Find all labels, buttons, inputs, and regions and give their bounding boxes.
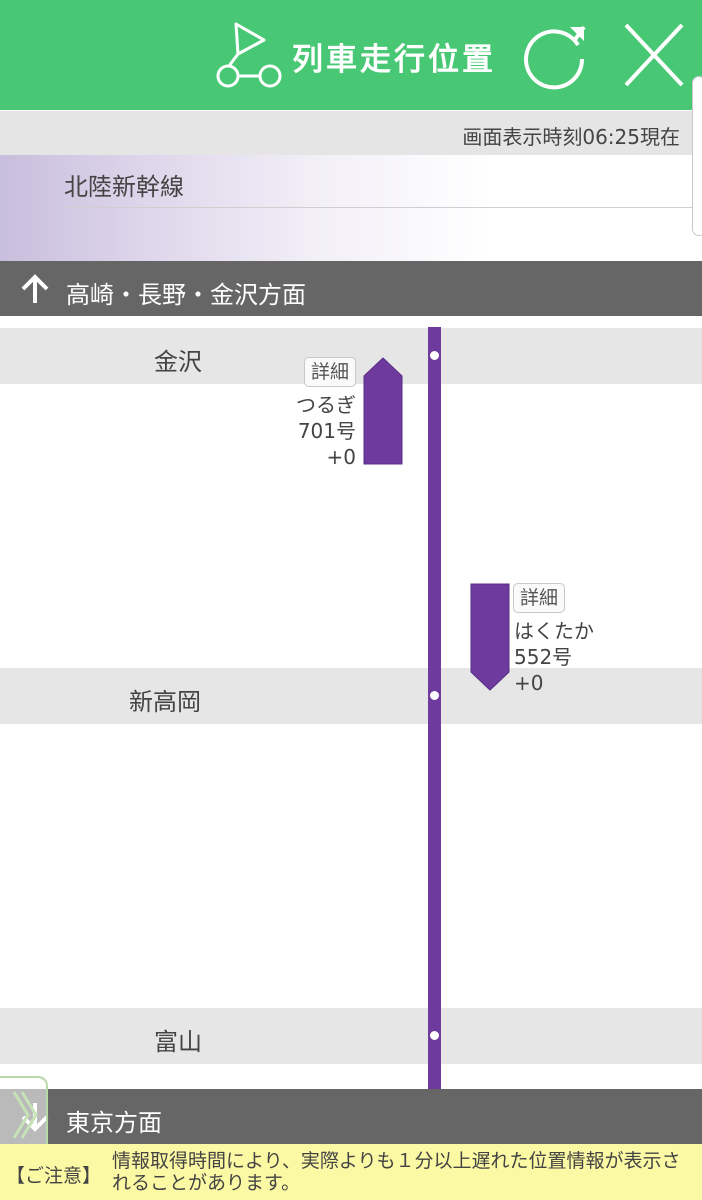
display-time-bar: 画面表示時刻06:25現在 — [0, 111, 702, 155]
station-name: 金沢 — [154, 348, 202, 376]
train-name: つるぎ — [296, 393, 356, 417]
display-time: 画面表示時刻06:25現在 — [462, 125, 680, 149]
direction-label-up: 高崎・長野・金沢方面 — [66, 281, 306, 309]
notice-label: 【ご注意】 — [6, 1165, 102, 1187]
station-marker — [428, 689, 441, 702]
station-name: 富山 — [154, 1028, 202, 1056]
direction-bar-down: 東京方面 — [0, 1089, 702, 1144]
track-line — [428, 327, 441, 1089]
train-position-logo-icon — [216, 22, 282, 88]
station-row: 富山 — [0, 1008, 702, 1064]
train-info: つるぎ 701号 +0 — [270, 392, 356, 470]
scroll-indicator[interactable] — [692, 76, 702, 236]
train-delay: +0 — [514, 671, 544, 695]
train-info: はくたか 552号 +0 — [514, 618, 624, 696]
app-header: 列車走行位置 — [0, 0, 702, 110]
direction-bar-up: 高崎・長野・金沢方面 — [0, 261, 702, 316]
train-marker-up[interactable] — [363, 357, 403, 465]
train-number: 701号 — [297, 419, 356, 443]
station-marker — [428, 349, 441, 362]
detail-button[interactable]: 詳細 — [513, 583, 566, 613]
divider — [64, 207, 702, 208]
train-name: はくたか — [514, 619, 594, 643]
chevron-right-icon — [12, 1091, 38, 1139]
side-panel-handle[interactable] — [0, 1076, 48, 1154]
notice-text: 情報取得時間により、実際よりも１分以上遅れた位置情報が表示されることがあります。 — [112, 1150, 681, 1194]
train-marker-down[interactable] — [470, 583, 510, 691]
train-delay: +0 — [326, 445, 356, 469]
close-icon[interactable] — [618, 17, 690, 93]
notice-banner: 【ご注意】 情報取得時間により、実際よりも１分以上遅れた位置情報が表示されること… — [0, 1144, 702, 1200]
line-name: 北陸新幹線 — [64, 173, 184, 201]
direction-label-down: 東京方面 — [66, 1109, 162, 1137]
station-name: 新高岡 — [129, 688, 201, 716]
detail-button[interactable]: 詳細 — [304, 357, 357, 387]
arrow-up-icon — [21, 274, 49, 303]
page-title: 列車走行位置 — [292, 42, 496, 78]
station-marker — [428, 1029, 441, 1042]
line-header: 北陸新幹線 — [0, 155, 702, 261]
train-number: 552号 — [514, 645, 573, 669]
refresh-icon[interactable] — [516, 17, 592, 93]
